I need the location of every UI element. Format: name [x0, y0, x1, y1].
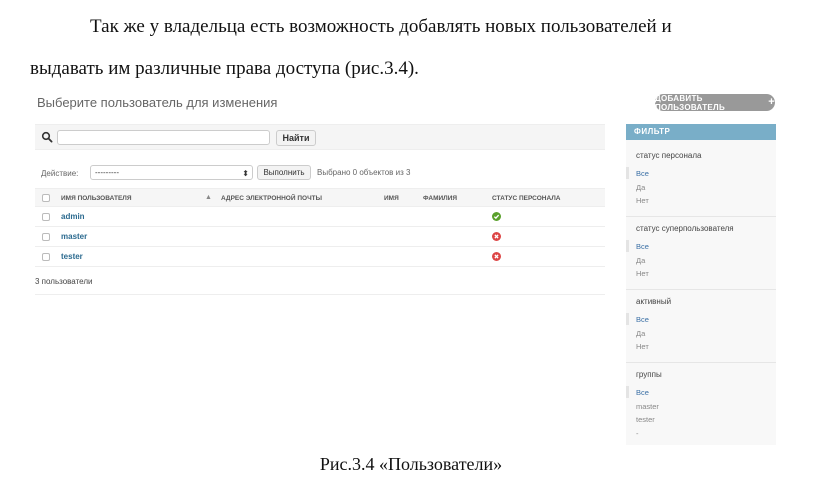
selection-counter: Выбрано 0 объектов из 3	[317, 168, 411, 177]
filter-option[interactable]: Все	[636, 242, 649, 251]
admin-screenshot: Выберите пользователь для изменения ДОБА…	[29, 89, 786, 445]
search-input[interactable]	[57, 130, 270, 145]
filter-group-title: статус суперпользователя	[636, 224, 734, 233]
search-button[interactable]: Найти	[276, 130, 316, 146]
select-arrows-icon: ⬍	[242, 169, 249, 178]
result-count: 3 пользователи	[35, 277, 93, 286]
select-all-checkbox[interactable]	[42, 194, 50, 202]
no-icon	[492, 232, 501, 241]
filter-option[interactable]: Нет	[636, 196, 649, 205]
column-username[interactable]: ИМЯ ПОЛЬЗОВАТЕЛЯ	[61, 195, 132, 202]
username-link[interactable]: master	[61, 232, 87, 241]
filter-option[interactable]: tester	[636, 415, 655, 424]
filter-group-title: группы	[636, 370, 662, 379]
filter-option[interactable]: Да	[636, 183, 645, 192]
figure-caption: Рис.3.4 «Пользователи»	[319, 454, 503, 474]
table-row: tester	[35, 247, 605, 267]
username-link[interactable]: admin	[61, 212, 85, 221]
filter-title: ФИЛЬТР	[626, 124, 776, 140]
filter-divider	[626, 362, 776, 363]
row-checkbox[interactable]	[42, 233, 50, 241]
table-row: master	[35, 227, 605, 247]
filter-divider	[626, 216, 776, 217]
filter-group-title: активный	[636, 297, 672, 306]
action-label: Действие:	[41, 169, 79, 178]
no-icon	[492, 252, 501, 261]
table-body: admin master tester	[35, 207, 605, 267]
filter-selected-marker	[626, 313, 629, 325]
filter-selected-marker	[626, 240, 629, 252]
search-icon	[41, 131, 53, 143]
add-user-label: ДОБАВИТЬ ПОЛЬЗОВАТЕЛЬ	[655, 93, 726, 112]
column-first-name[interactable]: ИМЯ	[384, 195, 399, 202]
action-select[interactable]: --------- ⬍	[90, 165, 253, 180]
paragraph-line-1: Так же у владельца есть возможность доба…	[90, 16, 672, 37]
yes-icon	[492, 212, 501, 221]
plus-icon: +	[768, 96, 775, 108]
table-header: ИМЯ ПОЛЬЗОВАТЕЛЯ ▲ АДРЕС ЭЛЕКТРОННОЙ ПОЧ…	[35, 188, 605, 207]
search-bar: Найти	[35, 124, 605, 150]
filter-option[interactable]: Да	[636, 256, 645, 265]
results-table: ИМЯ ПОЛЬЗОВАТЕЛЯ ▲ АДРЕС ЭЛЕКТРОННОЙ ПОЧ…	[35, 188, 605, 267]
column-last-name[interactable]: ФАМИЛИЯ	[423, 195, 457, 202]
filter-option[interactable]: Все	[636, 169, 649, 178]
filter-option[interactable]: Да	[636, 329, 645, 338]
filter-divider	[626, 289, 776, 290]
run-action-button[interactable]: Выполнить	[257, 165, 311, 180]
action-bar: Действие: --------- ⬍ Выполнить Выбрано …	[35, 162, 605, 184]
add-user-button[interactable]: ДОБАВИТЬ ПОЛЬЗОВАТЕЛЬ +	[655, 93, 775, 112]
filter-group-title: статус персонала	[636, 151, 702, 160]
table-row: admin	[35, 207, 605, 227]
filter-selected-marker	[626, 167, 629, 179]
filter-panel: ФИЛЬТР статус персонала Все Да Нет статус су…	[626, 124, 776, 445]
action-select-value: ---------	[95, 168, 119, 177]
column-email[interactable]: АДРЕС ЭЛЕКТРОННОЙ ПОЧТЫ	[221, 195, 322, 202]
divider	[35, 294, 605, 295]
page-title: Выберите пользователь для изменения	[37, 95, 278, 110]
filter-option[interactable]: Нет	[636, 342, 649, 351]
paragraph-line-2: выдавать им различные права доступа (рис…	[30, 58, 419, 79]
filter-option[interactable]: Все	[636, 315, 649, 324]
filter-selected-marker	[626, 386, 629, 398]
row-checkbox[interactable]	[42, 213, 50, 221]
filter-option[interactable]: Все	[636, 388, 649, 397]
sort-ascending-icon[interactable]: ▲	[205, 194, 212, 201]
row-checkbox[interactable]	[42, 253, 50, 261]
column-staff-status[interactable]: СТАТУС ПЕРСОНАЛА	[492, 195, 560, 202]
filter-option[interactable]: master	[636, 402, 659, 411]
username-link[interactable]: tester	[61, 252, 83, 261]
filter-option[interactable]: Нет	[636, 269, 649, 278]
filter-option[interactable]: -	[636, 429, 639, 438]
